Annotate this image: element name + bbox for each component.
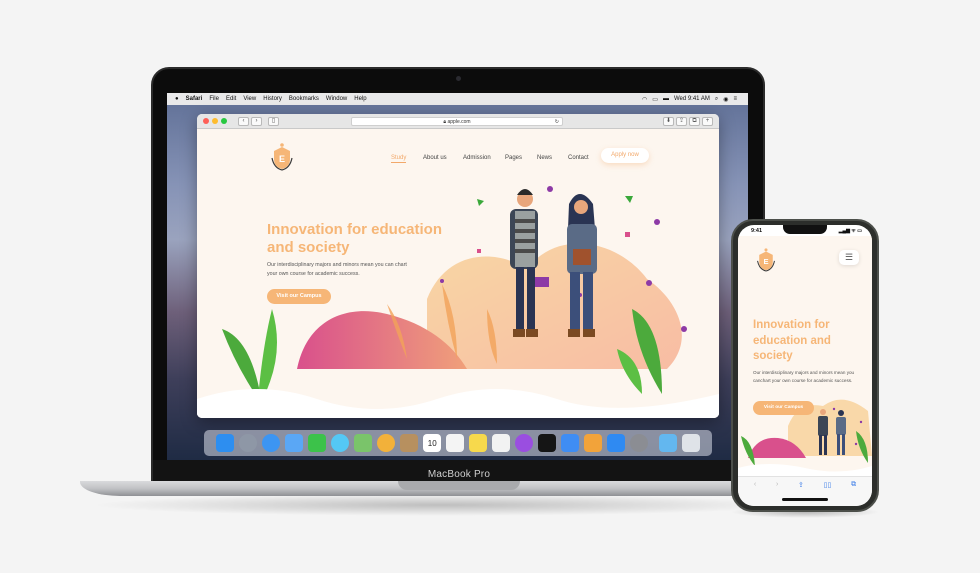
menu-file[interactable]: File	[209, 96, 219, 102]
macbook-model-label: MacBook Pro	[427, 469, 491, 480]
visit-campus-button[interactable]: Visit our Campus	[267, 289, 331, 304]
menu-help[interactable]: Help	[354, 96, 366, 102]
nav-pages[interactable]: Pages	[505, 155, 522, 161]
reload-icon[interactable]: ↻	[555, 118, 559, 126]
zoom-window-icon[interactable]	[221, 118, 227, 124]
bookmarks-icon[interactable]: ▯▯	[824, 481, 832, 506]
menu-clock[interactable]: Wed 9:41 AM	[674, 96, 710, 102]
apple-logo-icon[interactable]: ●	[175, 96, 179, 102]
nav-news[interactable]: News	[537, 155, 552, 161]
tv-icon[interactable]	[538, 434, 557, 452]
facetime-icon[interactable]	[308, 434, 327, 452]
nav-contact[interactable]: Contact	[568, 155, 589, 161]
menu-status-area: ◠ ▭ ▬ Wed 9:41 AM ⌕ ◉ ≡	[642, 96, 748, 103]
hero-title: Innovation for education and society	[267, 221, 442, 256]
mobile-site-logo-icon[interactable]: E	[755, 247, 777, 273]
back-icon[interactable]: ‹	[238, 116, 249, 126]
iphone-time: 9:41	[751, 228, 763, 234]
new-tab-icon[interactable]: +	[702, 117, 713, 126]
share-icon[interactable]: ⇪	[676, 117, 687, 126]
music-icon[interactable]	[492, 434, 511, 452]
app-store-icon[interactable]	[607, 434, 626, 452]
site-logo-icon[interactable]: E	[269, 142, 295, 172]
trash-icon[interactable]	[681, 434, 700, 452]
keynote-icon[interactable]	[561, 434, 580, 452]
macbook-camera	[456, 76, 461, 81]
apply-now-button[interactable]: Apply now	[601, 148, 649, 163]
notes-icon[interactable]	[469, 434, 488, 452]
safari-toolbar: ‹ › ▯ 🔒︎ apple.com ↻ ⬇ ⇪ ⧉ +	[197, 114, 719, 129]
minimize-window-icon[interactable]	[212, 118, 218, 124]
calendar-icon[interactable]: 10	[423, 434, 442, 452]
download-icon[interactable]: ⬇	[663, 117, 674, 126]
back-icon[interactable]: ‹	[754, 481, 756, 506]
downloads-folder-icon[interactable]	[658, 434, 677, 452]
macbook-opening-notch	[398, 481, 520, 490]
siri-icon[interactable]: ◉	[723, 96, 728, 103]
dock: 10	[204, 430, 712, 456]
photos-icon[interactable]	[377, 434, 396, 452]
search-icon[interactable]: ⌕	[715, 96, 718, 103]
messages-icon[interactable]	[331, 434, 350, 452]
maps-icon[interactable]	[354, 434, 373, 452]
logo-letter: E	[279, 154, 285, 164]
menu-view[interactable]: View	[243, 96, 256, 102]
lock-icon: 🔒︎	[443, 119, 447, 125]
signal-wifi-battery-icon: ▂▄▆ ᯤ ▭	[838, 228, 862, 234]
system-preferences-icon[interactable]	[630, 434, 649, 452]
menu-app-name[interactable]: Safari	[186, 96, 203, 102]
address-bar[interactable]: 🔒︎ apple.com ↻	[351, 117, 563, 126]
toolbar-right-actions: ⬇ ⇪ ⧉ +	[661, 117, 713, 126]
macbook-shadow	[90, 494, 790, 516]
nav-admission[interactable]: Admission	[463, 155, 491, 161]
website-page: E Study About us Admission Pages News Co…	[197, 129, 719, 418]
menu-window[interactable]: Window	[326, 96, 347, 102]
mail-icon[interactable]	[285, 434, 304, 452]
nav-about-us[interactable]: About us	[423, 155, 447, 161]
podcasts-icon[interactable]	[515, 434, 534, 452]
airplay-icon[interactable]: ▭	[652, 96, 658, 103]
forward-icon[interactable]: ›	[251, 116, 262, 126]
mobile-hero-title: Innovation for education and society	[753, 319, 831, 362]
menu-bookmarks[interactable]: Bookmarks	[289, 96, 319, 102]
battery-icon[interactable]: ▬	[663, 96, 669, 102]
share-icon[interactable]: ⇪	[798, 481, 804, 506]
tabs-icon[interactable]: ⧉	[851, 481, 856, 506]
mobile-visit-campus-button[interactable]: Visit our Campus	[753, 401, 814, 415]
hamburger-menu-icon[interactable]: ☰	[839, 250, 859, 265]
tabs-icon[interactable]: ⧉	[689, 117, 700, 126]
mobile-hero-description: Our interdisciplinary majors and minors …	[753, 370, 855, 383]
sidebar-icon[interactable]: ▯	[268, 116, 279, 126]
reminders-icon[interactable]	[446, 434, 465, 452]
home-indicator	[782, 498, 828, 501]
control-center-icon[interactable]: ≡	[733, 96, 737, 102]
menu-history[interactable]: History	[263, 96, 282, 102]
safari-mobile-bottom-bar: ‹ › ⇪ ▯▯ ⧉	[738, 476, 872, 506]
wifi-icon[interactable]: ◠	[642, 96, 647, 103]
close-window-icon[interactable]	[203, 118, 209, 124]
address-url: apple.com	[447, 119, 471, 125]
safari-window: ‹ › ▯ 🔒︎ apple.com ↻ ⬇ ⇪ ⧉ + E Study Abo…	[197, 114, 719, 418]
mobile-website-page: E ☰ Innovation for education and society…	[738, 236, 872, 476]
launchpad-icon[interactable]	[239, 434, 258, 452]
contacts-icon[interactable]	[400, 434, 419, 452]
macbook-screen: ● Safari File Edit View History Bookmark…	[167, 93, 748, 460]
finder-icon[interactable]	[216, 434, 235, 452]
forward-icon[interactable]: ›	[776, 481, 778, 506]
safari-icon[interactable]	[262, 434, 281, 452]
menu-bar: ● Safari File Edit View History Bookmark…	[167, 93, 748, 105]
nav-study[interactable]: Study	[391, 155, 407, 163]
iphone-notch	[783, 225, 827, 234]
mobile-logo-letter: E	[763, 257, 768, 266]
iphone-screen: 9:41 ▂▄▆ ᯤ ▭ E ☰ Innovation for educatio…	[738, 225, 872, 506]
menu-edit[interactable]: Edit	[226, 96, 236, 102]
pages-icon[interactable]	[584, 434, 603, 452]
hero-description: Our interdisciplinary majors and minors …	[267, 262, 407, 277]
